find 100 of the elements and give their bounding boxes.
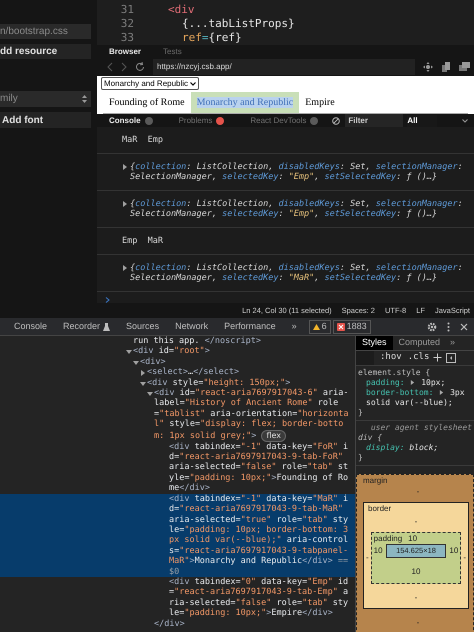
expand-triangle-icon[interactable] xyxy=(122,201,128,207)
chevron-icon xyxy=(190,82,196,86)
expand-triangle-icon[interactable] xyxy=(140,370,146,376)
font-family-select[interactable]: mily xyxy=(0,91,91,107)
styles-pane-tab[interactable]: Computed xyxy=(392,336,446,350)
dom-tree-row[interactable] xyxy=(0,494,355,577)
dom-node-markup: <div id="react-aria7697917043-6" aria-label="History of Ancient Rome" role="tablist" aria-orientation="horizontal" style="display: flex; border-bottom: 1px solid grey;"> flex xyxy=(154,388,350,442)
margin-value: - xyxy=(416,618,420,626)
settings-icon[interactable] xyxy=(427,322,437,332)
rule-selector: div { xyxy=(358,432,384,442)
logged-object: {collection: ListCollection, disabledKeys: Set, selectionManager: SelectionManager, selectedKey: "Emp", setSelectedKey: ƒ ()…} xyxy=(130,199,464,219)
dom-tree-row[interactable]: <div id="root"> xyxy=(0,346,355,357)
add-font-button[interactable]: Add font xyxy=(0,112,91,128)
windows-icon[interactable] xyxy=(459,62,470,72)
dom-node-markup: </div> xyxy=(154,618,185,629)
dom-node-markup: <div tabindex="-1" data-key="FoR" id="react-aria7697917043-9-tab-FoR" aria-selected="false" role="tab" style="padding: 10px;">Founding of Rome</div> xyxy=(168,442,350,494)
pseudo-toggle-button[interactable]: .cls xyxy=(408,350,430,364)
css-declaration[interactable]: padding: 10px; xyxy=(366,378,446,388)
updown-arrows-icon xyxy=(82,95,87,103)
forward-icon[interactable] xyxy=(121,62,127,72)
line-number: 32 xyxy=(120,17,134,31)
move-icon[interactable] xyxy=(423,62,433,72)
dom-node-markup: <div> xyxy=(140,356,166,368)
expand-triangle-icon[interactable] xyxy=(122,265,128,271)
sidebar-toggle-icon[interactable] xyxy=(446,352,456,362)
error-icon xyxy=(336,322,345,330)
dom-tree-row[interactable]: <select>…</select> xyxy=(0,367,355,378)
dom-tree-row[interactable]: <div style="height: 150px;"> xyxy=(0,378,355,388)
rule-source: user agent stylesheet xyxy=(370,422,472,432)
pseudo-toggle-button[interactable]: :hov xyxy=(380,350,402,364)
dom-node-markup: <div style="height: 150px;"> xyxy=(147,378,290,388)
padding-value: 10 xyxy=(374,546,383,556)
expand-triangle-icon[interactable] xyxy=(439,390,444,395)
code-line: ref={ref} xyxy=(182,31,242,45)
border-value: - xyxy=(414,592,418,602)
dom-tree-row[interactable]: <div id="react-aria7697917043-6" aria-label="History of Ancient Rome" role="tablist" aria-orientation="horizontal" style="display: flex; border-bottom: 1px solid grey;"> flex xyxy=(0,388,355,442)
resource-field[interactable]: n/bootstrap.css xyxy=(0,24,91,39)
collapse-triangle-icon[interactable] xyxy=(147,391,153,398)
log-message: Emp MaR xyxy=(122,236,163,246)
expand-triangle-icon[interactable] xyxy=(410,380,416,385)
more-options-icon[interactable] xyxy=(447,322,450,332)
css-declaration[interactable]: display: block; xyxy=(366,442,438,452)
rule-close-brace: } xyxy=(358,452,364,462)
back-icon[interactable] xyxy=(107,62,113,72)
collapse-triangle-icon[interactable] xyxy=(140,380,146,387)
dom-node-markup: <select>…</select> xyxy=(147,367,240,378)
copy-icon[interactable] xyxy=(441,62,451,72)
console-panel-tab[interactable]: Problems xyxy=(178,114,224,126)
expand-triangle-icon[interactable] xyxy=(122,164,128,170)
devtools-tab[interactable]: Performance xyxy=(224,320,276,334)
url-field[interactable]: https://nzcyj.csb.app/ xyxy=(153,59,415,76)
warning-icon xyxy=(312,324,320,330)
code-line: <div xyxy=(168,3,194,17)
dom-tree-row[interactable]: </div> xyxy=(0,618,355,629)
devtools-tab[interactable]: Sources xyxy=(126,320,160,334)
line-number: 31 xyxy=(120,3,134,17)
css-declaration[interactable]: border-bottom: 3px solid var(--blue); xyxy=(366,388,472,408)
reload-icon[interactable] xyxy=(135,62,145,72)
more-tabs-button[interactable]: » xyxy=(292,320,297,334)
flex-badge[interactable]: flex xyxy=(261,430,286,442)
dom-tree-row[interactable]: <div tabindex="0" data-key="Emp" id="react-aria7697917043-9-tab-Emp" aria-selected="false" role="tab" style="padding: 10px;">Empire</div> xyxy=(0,576,355,619)
rule-close-brace: } xyxy=(358,408,364,418)
rule-selector: element.style { xyxy=(358,368,432,378)
more-tabs-button[interactable]: » xyxy=(450,336,456,350)
styles-filter-field[interactable] xyxy=(356,350,374,364)
chevron-icon[interactable] xyxy=(462,118,468,122)
dom-node-markup: <div id="root"> xyxy=(133,346,210,357)
logged-object: {collection: ListCollection, disabledKeys: Set, selectionManager: SelectionManager, selectedKey: "MaR", setSelectedKey: ƒ ()…} xyxy=(130,263,464,283)
plus-icon[interactable] xyxy=(433,353,442,362)
console-panel-tab[interactable]: React DevTools xyxy=(250,114,318,126)
console-panel-tab[interactable]: Console xyxy=(109,114,153,126)
log-message: MaR Emp xyxy=(122,135,163,145)
padding-value: 10 xyxy=(412,566,420,576)
devtools-tab[interactable]: Recorder xyxy=(63,320,110,334)
padding-value: 10 xyxy=(449,546,458,556)
logged-object: {collection: ListCollection, disabledKeys: Set, selectionManager: SelectionManager, selectedKey: "Emp", setSelectedKey: ƒ ()…} xyxy=(130,162,464,182)
dom-tree-row[interactable]: run this app. </noscript> xyxy=(0,336,355,346)
dom-tree-row[interactable]: <div> xyxy=(0,356,355,368)
filter-field[interactable]: Filter xyxy=(345,114,404,127)
history-tab[interactable]: Empire xyxy=(299,92,341,113)
flask-icon xyxy=(103,322,110,330)
devtools-tab[interactable]: Network xyxy=(175,320,208,334)
history-tab[interactable]: Founding of Rome xyxy=(103,92,191,113)
code-line: {...tabListProps} xyxy=(182,17,295,31)
errors-counter[interactable]: 1883 xyxy=(332,320,371,334)
dom-node-markup: <div tabindex="0" data-key="Emp" id="react-aria7697917043-9-tab-Emp" aria-selected="false" role="tab" style="padding: 10px;">Empire</div> xyxy=(168,576,350,619)
warnings-counter[interactable]: 6 xyxy=(308,320,331,334)
padding-value: 10 xyxy=(408,534,418,544)
collapse-triangle-icon[interactable] xyxy=(133,360,139,366)
devtools-tab[interactable]: Console xyxy=(14,320,48,334)
clear-console-icon[interactable] xyxy=(332,116,340,124)
preview-tab[interactable]: Browser xyxy=(109,46,142,58)
add-resource-button[interactable]: dd resource xyxy=(0,44,91,59)
prompt-icon xyxy=(105,297,110,303)
styles-pane-tab[interactable]: Styles xyxy=(356,336,393,350)
collapse-triangle-icon[interactable] xyxy=(126,349,132,356)
border-value: - xyxy=(463,552,466,562)
close-icon[interactable] xyxy=(460,322,468,330)
dom-tree-row[interactable]: <div tabindex="-1" data-key="FoR" id="react-aria7697917043-9-tab-FoR" aria-selected="false" role="tab" style="padding: 10px;">Founding of Rome</div> xyxy=(0,442,355,494)
history-select[interactable]: Monarchy and Republic xyxy=(101,77,200,90)
